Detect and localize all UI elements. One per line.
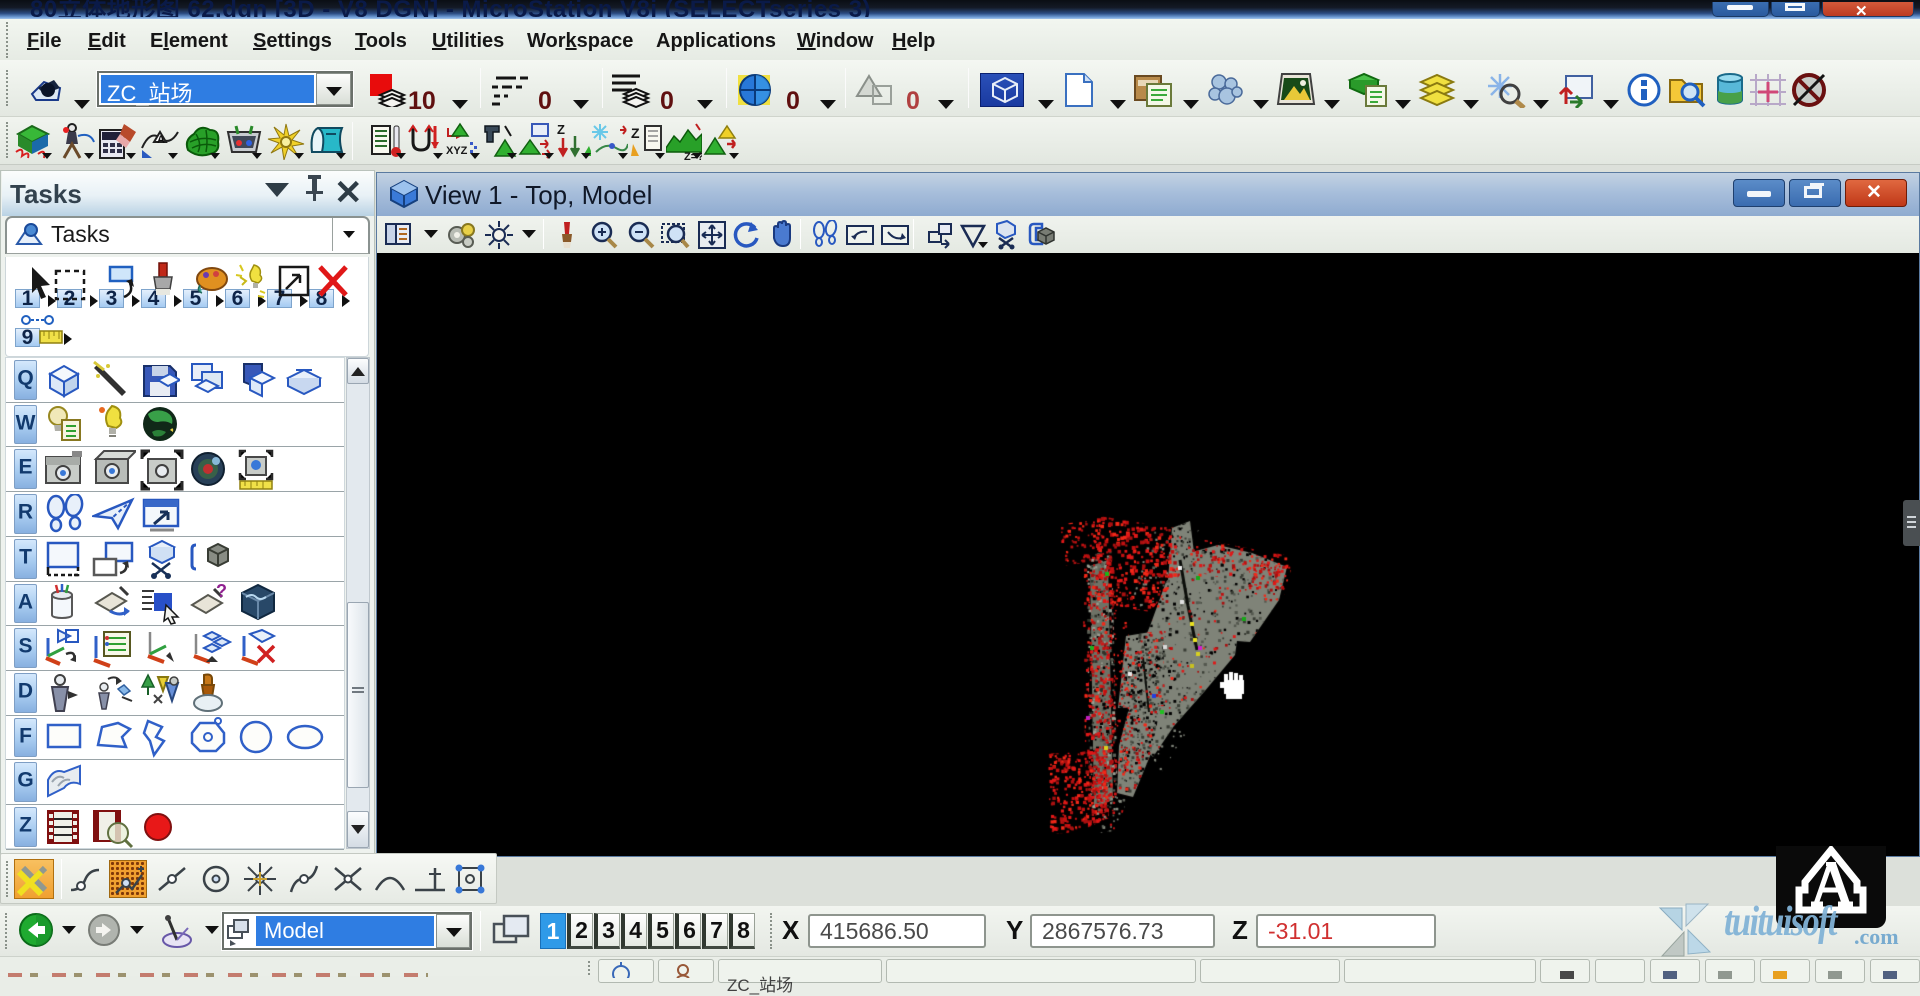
svg-text:?: ? [216, 583, 227, 601]
svg-text:Z: Z [631, 125, 640, 141]
svg-text:XYZ: XYZ [446, 145, 468, 157]
svg-text:Z: Z [557, 122, 565, 137]
svg-text:A: A [157, 134, 165, 146]
